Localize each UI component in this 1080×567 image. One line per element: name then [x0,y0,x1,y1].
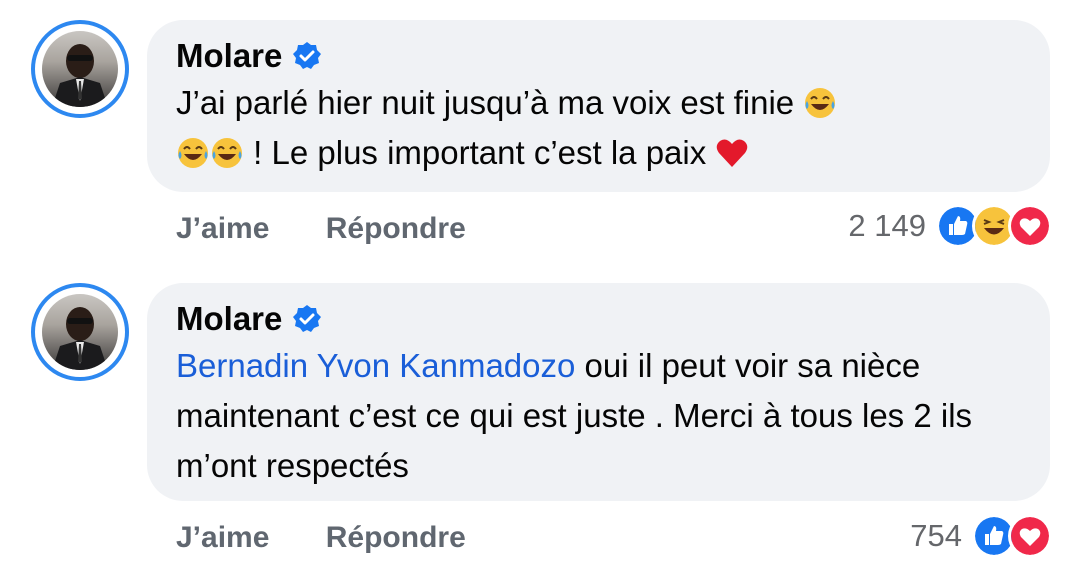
like-button[interactable]: J’aime [176,521,269,554]
comment-actions: J’aime Répondre [176,212,514,246]
author-name[interactable]: Molare [176,300,282,338]
comment-text: J’ai parlé hier nuit jusqu’à ma voix est… [176,78,1020,178]
like-button[interactable]: J’aime [176,212,269,245]
tears-of-joy-emoji-icon [178,138,208,168]
love-icon [1008,514,1052,558]
reaction-count: 2 149 [848,208,926,243]
reaction-summary[interactable]: 2 149 [848,204,1052,248]
comment-text-part: J’ai parlé hier nuit jusqu’à ma voix est… [176,84,795,121]
comment-bubble: Molare J’ai parlé hier nuit jusqu’à ma v… [147,20,1050,192]
verified-badge-icon [293,305,322,332]
comment-text: Bernadin Yvon Kanmadozo oui il peut voir… [176,341,1020,491]
avatar[interactable] [31,283,129,381]
reaction-summary[interactable]: 754 [910,514,1052,558]
verified-badge-icon [293,42,322,69]
author-name[interactable]: Molare [176,37,282,75]
reaction-count: 754 [910,518,962,553]
tears-of-joy-emoji-icon [805,88,836,118]
mention-link[interactable]: Bernadin Yvon Kanmadozo [176,347,575,384]
red-heart-emoji-icon [717,139,748,167]
tears-of-joy-emoji-icon [212,138,242,168]
comment-text-part: ! Le plus important c’est la paix [253,134,707,171]
avatar-photo [42,294,118,370]
comment-actions: J’aime Répondre [176,521,514,555]
comment-bubble: Molare Bernadin Yvon Kanmadozo oui il pe… [147,283,1050,501]
love-icon [1008,204,1052,248]
avatar[interactable] [31,20,129,118]
reply-button[interactable]: Répondre [326,521,466,554]
avatar-photo [42,31,118,107]
reply-button[interactable]: Répondre [326,212,466,245]
